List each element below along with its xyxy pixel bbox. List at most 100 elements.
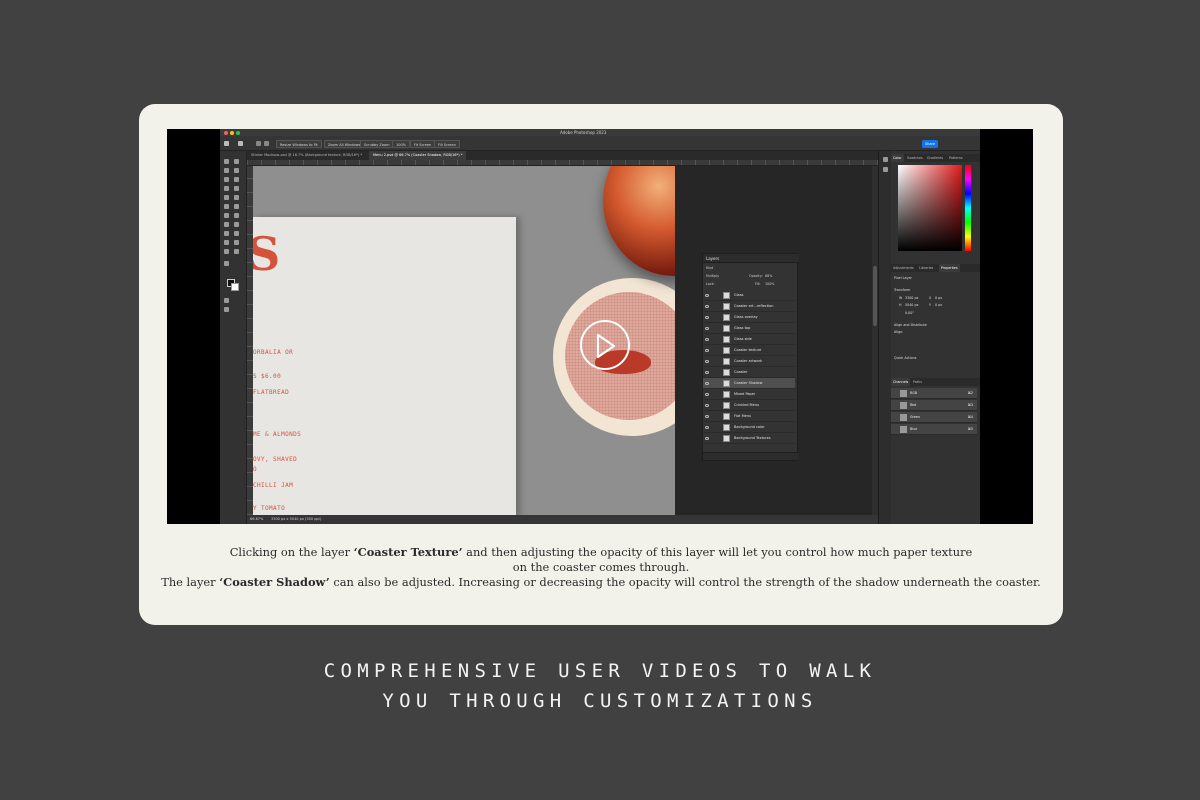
visibility-eye-icon[interactable] [705,371,709,374]
tab-adjustments[interactable]: Adjustments [891,264,916,272]
visibility-eye-icon[interactable] [705,360,709,363]
fill-screen-button[interactable]: Fill Screen [434,140,460,148]
fit-screen-button[interactable]: Fit Screen [410,140,436,148]
shape-tool-icon[interactable] [234,240,239,245]
channel-row[interactable]: Blue ⌘5 [891,424,977,435]
type-tool-icon[interactable] [234,231,239,236]
zoom-tool-icon[interactable] [238,141,243,146]
layer-row[interactable]: Background color [703,422,795,433]
channel-row[interactable]: Green ⌘4 [891,412,977,423]
eyedropper-tool-icon[interactable] [234,186,239,191]
visibility-eye-icon[interactable] [705,404,709,407]
eraser-tool-icon[interactable] [224,213,229,218]
visibility-eye-icon[interactable] [705,393,709,396]
fill-value[interactable]: 100% [765,280,774,288]
zoom-all-windows-checkbox[interactable]: Zoom All Windows [324,140,365,148]
visibility-eye-icon[interactable] [705,382,709,385]
tab-gradients[interactable]: Gradients [925,154,945,162]
x-field[interactable]: 0 px [935,296,942,300]
tab-libraries[interactable]: Libraries [917,264,935,272]
close-window-icon[interactable] [224,131,228,135]
transform-heading[interactable]: Transform [894,288,910,292]
play-button-icon[interactable] [580,320,630,370]
hand-tool-icon[interactable] [224,249,229,254]
layer-row[interactable]: Glass side [703,334,795,345]
visibility-eye-icon[interactable] [705,426,709,429]
frame-tool-icon[interactable] [224,186,229,191]
opacity-value[interactable]: 68% [765,272,772,280]
layer-row[interactable]: Crinkled Menu [703,400,795,411]
quick-mask-icon[interactable] [224,298,229,303]
lasso-tool-icon[interactable] [234,168,239,173]
resize-windows-checkbox[interactable]: Resize Windows to Fit [276,140,322,148]
layer-row[interactable]: Coaster texture [703,345,795,356]
channel-row[interactable]: RGB ⌘2 [891,388,977,399]
layer-row[interactable]: Background Textures [703,433,795,444]
share-button[interactable]: Share [922,140,938,148]
quick-select-tool-icon[interactable] [224,177,229,182]
pen-tool-icon[interactable] [224,231,229,236]
visibility-eye-icon[interactable] [705,338,709,341]
zoom-100-button[interactable]: 100% [392,140,411,148]
h-field[interactable]: 5040 px [905,303,918,307]
minimize-window-icon[interactable] [230,131,234,135]
home-icon[interactable] [224,141,229,146]
tab-patterns[interactable]: Patterns [947,154,965,162]
history-brush-icon[interactable] [234,204,239,209]
hue-slider[interactable] [965,165,971,251]
visibility-eye-icon[interactable] [705,437,709,440]
visibility-eye-icon[interactable] [705,294,709,297]
tab-channels[interactable]: Channels [891,378,911,386]
blend-mode-select[interactable]: Multiply [706,274,719,278]
layer-row[interactable]: Flat Menu [703,411,795,422]
tab-menu-2[interactable]: Menu 2.psd @ 66.7% (Coaster Shadow, RGB/… [369,151,467,160]
layer-filter[interactable]: Kind [703,264,799,272]
video-player[interactable]: Adobe Photoshop 2023 Resize Windows to F… [167,129,1033,524]
clone-stamp-icon[interactable] [224,204,229,209]
panel-play-icon[interactable] [883,157,888,162]
tab-color[interactable]: Color [891,154,904,162]
artboard-tool-icon[interactable] [234,159,239,164]
layer-row[interactable]: Glass top [703,323,795,334]
layer-row[interactable]: Mixed Paper [703,389,795,400]
screen-mode-icon[interactable] [224,307,229,312]
blur-tool-icon[interactable] [224,222,229,227]
zoom-tool-icon[interactable] [234,249,239,254]
zoom-in-icon[interactable] [256,141,261,146]
layer-row[interactable]: Glass overlay [703,312,795,323]
channel-row[interactable]: Red ⌘3 [891,400,977,411]
visibility-eye-icon[interactable] [705,349,709,352]
visibility-eye-icon[interactable] [705,327,709,330]
layer-row[interactable]: Coaster [703,367,795,378]
maximize-window-icon[interactable] [236,131,240,135]
visibility-eye-icon[interactable] [705,305,709,308]
dodge-tool-icon[interactable] [234,222,239,227]
color-picker-field[interactable] [898,165,962,251]
zoom-out-icon[interactable] [264,141,269,146]
tab-properties[interactable]: Properties [939,264,960,272]
tab-swatches[interactable]: Swatches [905,154,925,162]
quick-actions-heading[interactable]: Quick Actions [894,356,916,360]
panel-history-icon[interactable] [883,167,888,172]
visibility-eye-icon[interactable] [705,316,709,319]
brush-tool-icon[interactable] [234,195,239,200]
document-canvas[interactable]: S ORBALIA OR S $6.00 FLATBREAD ME & ALMO… [253,166,675,515]
layer-row[interactable]: Coaster Shadow [703,378,795,389]
path-select-icon[interactable] [224,240,229,245]
more-tools-icon[interactable] [224,261,229,266]
w-field[interactable]: 3300 px [905,296,918,300]
move-tool-icon[interactable] [224,159,229,164]
layer-row[interactable]: Coaster artwork [703,356,795,367]
layer-row[interactable]: Glass [703,290,795,301]
scrubby-zoom-checkbox[interactable]: Scrubby Zoom [360,140,394,148]
gradient-tool-icon[interactable] [234,213,239,218]
background-color-swatch[interactable] [231,283,239,291]
healing-brush-icon[interactable] [224,195,229,200]
zoom-level[interactable]: 66.67% [250,515,263,524]
align-heading[interactable]: Align and Distribute [894,323,927,327]
layer-row[interactable]: Coaster art...reflection [703,301,795,312]
y-field[interactable]: 0 px [935,303,942,307]
tab-sticker-mockups[interactable]: Sticker Mockups.psd @ 16.7% (Background … [247,151,366,160]
marquee-tool-icon[interactable] [224,168,229,173]
visibility-eye-icon[interactable] [705,415,709,418]
